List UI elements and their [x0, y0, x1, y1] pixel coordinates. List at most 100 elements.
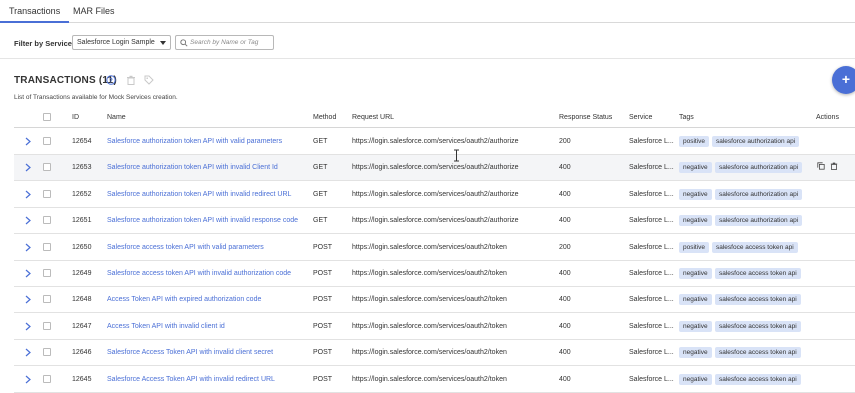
tag-badge: negative	[679, 215, 712, 227]
help-icon[interactable]: ?	[106, 75, 116, 85]
row-service: Salesforce L...	[629, 190, 674, 198]
chevron-right-icon[interactable]	[25, 216, 31, 225]
chevron-right-icon[interactable]	[25, 295, 31, 304]
col-response-status[interactable]: Response Status	[559, 114, 612, 121]
table-row[interactable]: 12648 Access Token API with expired autho…	[14, 287, 855, 314]
filter-label: Filter by Service:	[14, 39, 75, 48]
row-id: 12646	[72, 349, 92, 357]
row-name-link[interactable]: Salesforce Access Token API with invalid…	[107, 349, 273, 356]
row-method: GET	[313, 138, 328, 145]
row-method: POST	[313, 270, 333, 277]
page-subtitle: List of Transactions available for Mock …	[14, 94, 178, 101]
tag-badge: salesfoce access token api	[715, 373, 801, 385]
row-name-link[interactable]: Access Token API with expired authorizat…	[107, 296, 261, 303]
row-checkbox[interactable]	[43, 137, 51, 145]
row-checkbox[interactable]	[43, 269, 51, 277]
chevron-right-icon[interactable]	[25, 348, 31, 357]
row-service: Salesforce L...	[629, 349, 674, 357]
row-id: 12650	[72, 243, 92, 251]
row-checkbox[interactable]	[43, 163, 51, 172]
row-id: 12645	[72, 375, 92, 383]
row-response-status: 400	[559, 217, 571, 225]
row-service: Salesforce L...	[629, 270, 674, 277]
row-method: POST	[313, 322, 333, 330]
table-row[interactable]: 12654 Salesforce authorization token API …	[14, 129, 855, 155]
tag-badge: salesfoce access token api	[715, 320, 801, 332]
search-box[interactable]	[175, 35, 274, 50]
text-cursor-icon	[454, 149, 459, 162]
row-id: 12649	[72, 270, 92, 277]
tag-badge: positive	[679, 136, 710, 147]
tag-badge: salesforce authorization api	[715, 188, 803, 200]
service-select[interactable]: Salesforce Login Sample	[72, 35, 171, 50]
row-checkbox[interactable]	[43, 189, 51, 198]
tag-icon[interactable]	[144, 75, 154, 85]
col-actions: Actions	[816, 114, 839, 121]
select-all-checkbox[interactable]	[43, 113, 51, 121]
row-checkbox[interactable]	[43, 295, 51, 304]
table-row[interactable]: 12649 Salesforce access token API with in…	[14, 261, 855, 287]
col-tags[interactable]: Tags	[679, 114, 694, 121]
row-response-status: 400	[559, 190, 571, 198]
row-name-link[interactable]: Salesforce access token API with invalid…	[107, 270, 291, 277]
chevron-right-icon[interactable]	[25, 163, 31, 172]
col-service[interactable]: Service	[629, 114, 652, 121]
tag-badge: salesforce authorization api	[712, 136, 800, 147]
svg-text:?: ?	[109, 78, 113, 84]
col-name[interactable]: Name	[107, 114, 126, 121]
row-name-link[interactable]: Salesforce access token API with valid p…	[107, 244, 264, 251]
row-name-link[interactable]: Salesforce authorization token API with …	[107, 217, 298, 224]
row-response-status: 200	[559, 138, 571, 145]
row-response-status: 400	[559, 296, 571, 304]
tag-badge: negative	[679, 347, 712, 359]
row-name-link[interactable]: Salesforce authorization token API with …	[107, 191, 291, 198]
row-service: Salesforce L...	[629, 322, 674, 330]
chevron-right-icon[interactable]	[25, 269, 31, 278]
trash-icon[interactable]	[126, 75, 136, 85]
row-method: GET	[313, 190, 328, 198]
row-name-link[interactable]: Access Token API with invalid client id	[107, 323, 225, 330]
chevron-right-icon[interactable]	[25, 137, 31, 146]
row-service: Salesforce L...	[629, 375, 674, 383]
row-checkbox[interactable]	[43, 216, 51, 225]
row-request-url: https://login.salesforce.com/services/oa…	[352, 270, 507, 277]
row-checkbox[interactable]	[43, 348, 51, 357]
trash-icon[interactable]	[830, 162, 838, 171]
search-icon	[180, 39, 188, 47]
table-row[interactable]: 12653 Salesforce authorization token API …	[14, 155, 855, 182]
row-request-url: https://login.salesforce.com/services/oa…	[352, 190, 519, 198]
copy-icon[interactable]	[817, 162, 825, 170]
table-row[interactable]: 12651 Salesforce authorization token API …	[14, 208, 855, 235]
col-request-url[interactable]: Request URL	[352, 114, 394, 121]
row-checkbox[interactable]	[43, 321, 51, 330]
table-row[interactable]: 12650 Salesforce access token API with va…	[14, 234, 855, 261]
table-row[interactable]: 12647 Access Token API with invalid clien…	[14, 313, 855, 340]
chevron-right-icon[interactable]	[25, 190, 31, 199]
chevron-right-icon[interactable]	[25, 375, 31, 384]
row-name-link[interactable]: Salesforce authorization token API with …	[107, 164, 278, 171]
add-transaction-button[interactable]: +	[832, 66, 855, 94]
tag-badge: negative	[679, 162, 712, 174]
service-select-value: Salesforce Login Sample	[77, 39, 155, 46]
search-input[interactable]	[190, 37, 272, 48]
row-request-url: https://login.salesforce.com/services/oa…	[352, 217, 519, 225]
tab-transactions[interactable]: Transactions	[0, 0, 70, 23]
row-service: Salesforce L...	[629, 296, 674, 304]
col-id[interactable]: ID	[72, 114, 79, 121]
table-row[interactable]: 12646 Salesforce Access Token API with in…	[14, 340, 855, 367]
filter-bar: Filter by Service: Salesforce Login Samp…	[0, 23, 855, 59]
row-request-url: https://login.salesforce.com/services/oa…	[352, 164, 519, 172]
table-row[interactable]: 12652 Salesforce authorization token API …	[14, 181, 855, 208]
row-id: 12648	[72, 296, 92, 304]
tab-mar-files[interactable]: MAR Files	[64, 0, 124, 23]
col-method[interactable]: Method	[313, 114, 336, 121]
row-checkbox[interactable]	[43, 374, 51, 383]
tag-badge: negative	[679, 294, 712, 306]
row-service: Salesforce L...	[629, 138, 674, 145]
row-name-link[interactable]: Salesforce Access Token API with invalid…	[107, 376, 275, 383]
table-row[interactable]: 12645 Salesforce Access Token API with in…	[14, 366, 855, 393]
chevron-right-icon[interactable]	[25, 243, 31, 252]
row-checkbox[interactable]	[43, 242, 51, 251]
chevron-right-icon[interactable]	[25, 322, 31, 331]
row-name-link[interactable]: Salesforce authorization token API with …	[107, 138, 282, 145]
